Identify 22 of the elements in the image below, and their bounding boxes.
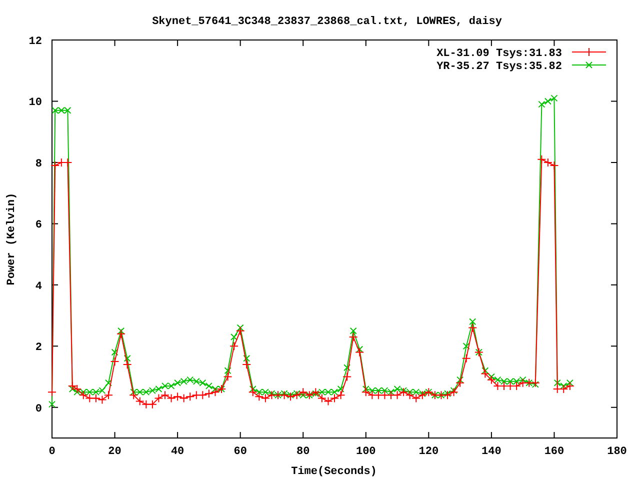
x-tick-label: 0 [48, 446, 56, 458]
chart-title: Skynet_57641_3C348_23837_23868_cal.txt, LOWRES, daisy [152, 16, 502, 28]
y-tick-label: 6 [35, 220, 42, 232]
x-tick-label: 40 [170, 446, 184, 458]
y-tick-label: 4 [35, 280, 42, 293]
y-tick-label: 0 [35, 403, 42, 416]
x-tick-label: 20 [108, 446, 122, 458]
y-tick-label: 2 [35, 342, 42, 354]
x-tick-label: 180 [607, 446, 627, 458]
x-tick-label: 100 [356, 446, 376, 458]
y-tick-label: 12 [28, 36, 42, 48]
legend-label: YR-35.27 Tsys:35.82 [436, 61, 562, 73]
x-tick-label: 60 [234, 446, 247, 458]
x-tick-label: 140 [482, 446, 502, 458]
legend-label: XL-31.09 Tsys:31.83 [436, 48, 562, 60]
x-axis-label: Time(Seconds) [291, 466, 377, 478]
x-tick-label: 80 [296, 446, 310, 458]
y-tick-label: 8 [35, 158, 42, 170]
x-tick-label: 120 [418, 446, 439, 458]
y-axis-label: Power (Kelvin) [6, 192, 18, 286]
y-tick-label: 10 [28, 97, 42, 110]
x-tick-label: 160 [544, 446, 564, 458]
